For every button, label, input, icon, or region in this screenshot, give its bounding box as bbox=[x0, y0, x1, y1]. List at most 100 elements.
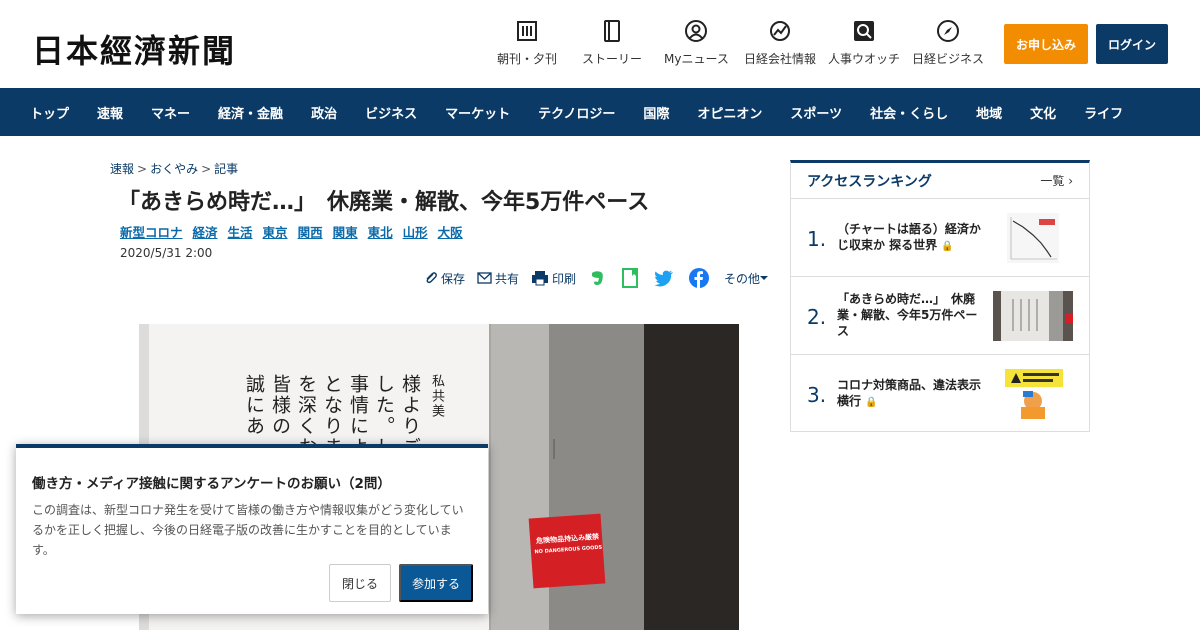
ranking-title: アクセスランキング bbox=[807, 173, 932, 190]
nav-item-society[interactable]: 社会・くらし bbox=[870, 103, 948, 122]
twitter-button[interactable] bbox=[654, 270, 677, 287]
site-header: 日本經濟新聞 朝刊・夕刊 ストーリー Myニュース 日経会社情報 人事ウオッチ bbox=[0, 0, 1200, 88]
article-headline: 「あきらめ時だ…」 休廃業・解散、今年5万件ペース bbox=[118, 190, 650, 215]
nav-item-opinion[interactable]: オピニオン bbox=[697, 103, 762, 122]
chart-icon bbox=[769, 20, 791, 42]
tag-link[interactable]: 新型コロナ bbox=[120, 222, 183, 241]
quicknav-company[interactable]: 日経会社情報 bbox=[744, 20, 816, 67]
nav-item-market[interactable]: マーケット bbox=[445, 103, 510, 122]
ranking-item[interactable]: 2. 「あきらめ時だ…」 休廃業・解散、今年5万件ペース bbox=[791, 277, 1089, 355]
nav-item-tech[interactable]: テクノロジー bbox=[538, 103, 615, 122]
publish-date: 2020/5/31 2:00 bbox=[120, 246, 213, 260]
site-logo[interactable]: 日本經濟新聞 bbox=[32, 26, 236, 72]
book-icon bbox=[601, 20, 623, 42]
breadcrumb-sokuho[interactable]: 速報 bbox=[110, 162, 134, 176]
lock-icon: 🔒 bbox=[865, 397, 878, 408]
save-label: 保存 bbox=[441, 271, 466, 286]
evernote-button[interactable] bbox=[588, 269, 609, 287]
survey-join-button[interactable]: 参加する bbox=[399, 564, 473, 602]
more-share-button[interactable]: その他 bbox=[724, 270, 771, 287]
print-label: 印刷 bbox=[552, 271, 577, 286]
quicknav-label: 日経ビジネス bbox=[912, 52, 985, 66]
lock-icon: 🔒 bbox=[941, 241, 954, 252]
quicknav-paper[interactable]: 朝刊・夕刊 bbox=[497, 20, 557, 67]
quicknav-label: 朝刊・夕刊 bbox=[497, 52, 558, 66]
chevron-right-icon: › bbox=[1068, 174, 1073, 188]
access-ranking: アクセスランキング 一覧 › 1. （チャートは語る）経済かじ収束か 探る世界 … bbox=[790, 160, 1090, 432]
ranking-header: アクセスランキング 一覧 › bbox=[791, 163, 1089, 199]
breadcrumb-separator: > bbox=[137, 162, 148, 176]
rank-thumbnail bbox=[993, 369, 1073, 419]
apply-button[interactable]: お申し込み bbox=[1004, 24, 1088, 64]
rank-number: 2. bbox=[807, 305, 827, 329]
nav-item-sokuho[interactable]: 速報 bbox=[97, 103, 123, 122]
rank-title: コロナ対策商品、違法表示横行 bbox=[837, 378, 982, 408]
compass-icon bbox=[937, 20, 959, 42]
search-icon[interactable] bbox=[1146, 189, 1168, 215]
search-person-icon bbox=[853, 20, 875, 42]
login-button[interactable]: ログイン bbox=[1096, 24, 1168, 64]
mail-icon bbox=[477, 272, 492, 284]
nav-item-top[interactable]: トップ bbox=[30, 103, 69, 122]
tag-link[interactable]: 経済 bbox=[193, 222, 218, 241]
ranking-more-label: 一覧 bbox=[1040, 174, 1065, 188]
topic-tags: 新型コロナ 経済 生活 東京 関西 関東 東北 山形 大阪 bbox=[120, 222, 473, 241]
save-button[interactable]: 保存 bbox=[424, 270, 465, 287]
quicknav-label: 日経会社情報 bbox=[744, 52, 817, 66]
nav-item-money[interactable]: マネー bbox=[151, 103, 190, 122]
tag-link[interactable]: 東北 bbox=[368, 222, 393, 241]
user-icon bbox=[685, 20, 708, 42]
nav-item-region[interactable]: 地域 bbox=[976, 103, 1002, 122]
nav-item-business[interactable]: ビジネス bbox=[365, 103, 417, 122]
breadcrumb: 速報 > おくやみ > 記事 bbox=[110, 160, 238, 177]
facebook-button[interactable] bbox=[689, 268, 712, 288]
nav-item-world[interactable]: 国際 bbox=[643, 103, 669, 122]
quicknav-business[interactable]: 日経ビジネス bbox=[912, 20, 984, 67]
rank-number: 3. bbox=[807, 383, 827, 407]
survey-popup: 働き方・メディア接触に関するアンケートのお願い（2問） この調査は、新型コロナ発… bbox=[16, 444, 488, 614]
rank-title: 「あきらめ時だ…」 休廃業・解散、今年5万件ペース bbox=[837, 292, 978, 338]
quicknav-label: 人事ウオッチ bbox=[828, 52, 901, 66]
nav-item-economy[interactable]: 経済・金融 bbox=[218, 103, 283, 122]
tag-link[interactable]: 関西 bbox=[298, 222, 323, 241]
tag-link[interactable]: 東京 bbox=[263, 222, 288, 241]
survey-title: 働き方・メディア接触に関するアンケートのお願い（2問） bbox=[32, 476, 391, 492]
nav-item-sports[interactable]: スポーツ bbox=[790, 103, 842, 122]
nav-item-politics[interactable]: 政治 bbox=[311, 103, 337, 122]
quicknav-story[interactable]: ストーリー bbox=[582, 20, 642, 67]
tag-link[interactable]: 関東 bbox=[333, 222, 358, 241]
share-label: 共有 bbox=[495, 271, 520, 286]
evernote-icon bbox=[592, 271, 603, 285]
rank-title-wrap: コロナ対策商品、違法表示横行 🔒 bbox=[837, 377, 987, 411]
ranking-more-link[interactable]: 一覧 › bbox=[1040, 172, 1073, 189]
quicknav-label: Myニュース bbox=[664, 52, 729, 66]
twitter-icon bbox=[654, 270, 674, 286]
breadcrumb-okuyami[interactable]: おくやみ bbox=[150, 162, 198, 176]
bookmark-icon bbox=[622, 268, 639, 288]
facebook-icon bbox=[689, 268, 710, 288]
share-button[interactable]: 共有 bbox=[477, 270, 519, 287]
rank-number: 1. bbox=[807, 227, 827, 251]
bookmark-button[interactable] bbox=[621, 268, 642, 288]
tag-link[interactable]: 大阪 bbox=[438, 222, 463, 241]
survey-close-button[interactable]: 閉じる bbox=[329, 564, 391, 602]
breadcrumb-article[interactable]: 記事 bbox=[214, 162, 238, 176]
tag-link[interactable]: 生活 bbox=[228, 222, 253, 241]
more-label: その他 bbox=[724, 271, 761, 286]
tag-link[interactable]: 山形 bbox=[403, 222, 428, 241]
rank-thumbnail bbox=[993, 291, 1073, 341]
rank-title-wrap: （チャートは語る）経済かじ収束か 探る世界 🔒 bbox=[837, 221, 987, 255]
ranking-item[interactable]: 3. コロナ対策商品、違法表示横行 🔒 bbox=[791, 355, 1089, 433]
paperclip-icon bbox=[426, 272, 437, 284]
quicknav-jinji[interactable]: 人事ウオッチ bbox=[828, 20, 900, 67]
article-tools: 保存 共有 印刷 その他 bbox=[424, 268, 783, 288]
caret-down-icon bbox=[760, 276, 769, 280]
breadcrumb-separator: > bbox=[201, 162, 212, 176]
quicknav-mynews[interactable]: Myニュース bbox=[664, 20, 729, 67]
survey-body: この調査は、新型コロナ発生を受けて皆様の働き方や情報収集がどう変化しているかを正… bbox=[32, 503, 464, 557]
print-button[interactable]: 印刷 bbox=[531, 270, 576, 287]
nav-item-culture[interactable]: 文化 bbox=[1030, 103, 1056, 122]
ranking-item[interactable]: 1. （チャートは語る）経済かじ収束か 探る世界 🔒 bbox=[791, 199, 1089, 277]
nav-item-life[interactable]: ライフ bbox=[1084, 103, 1123, 122]
quicknav-label: ストーリー bbox=[582, 52, 643, 66]
